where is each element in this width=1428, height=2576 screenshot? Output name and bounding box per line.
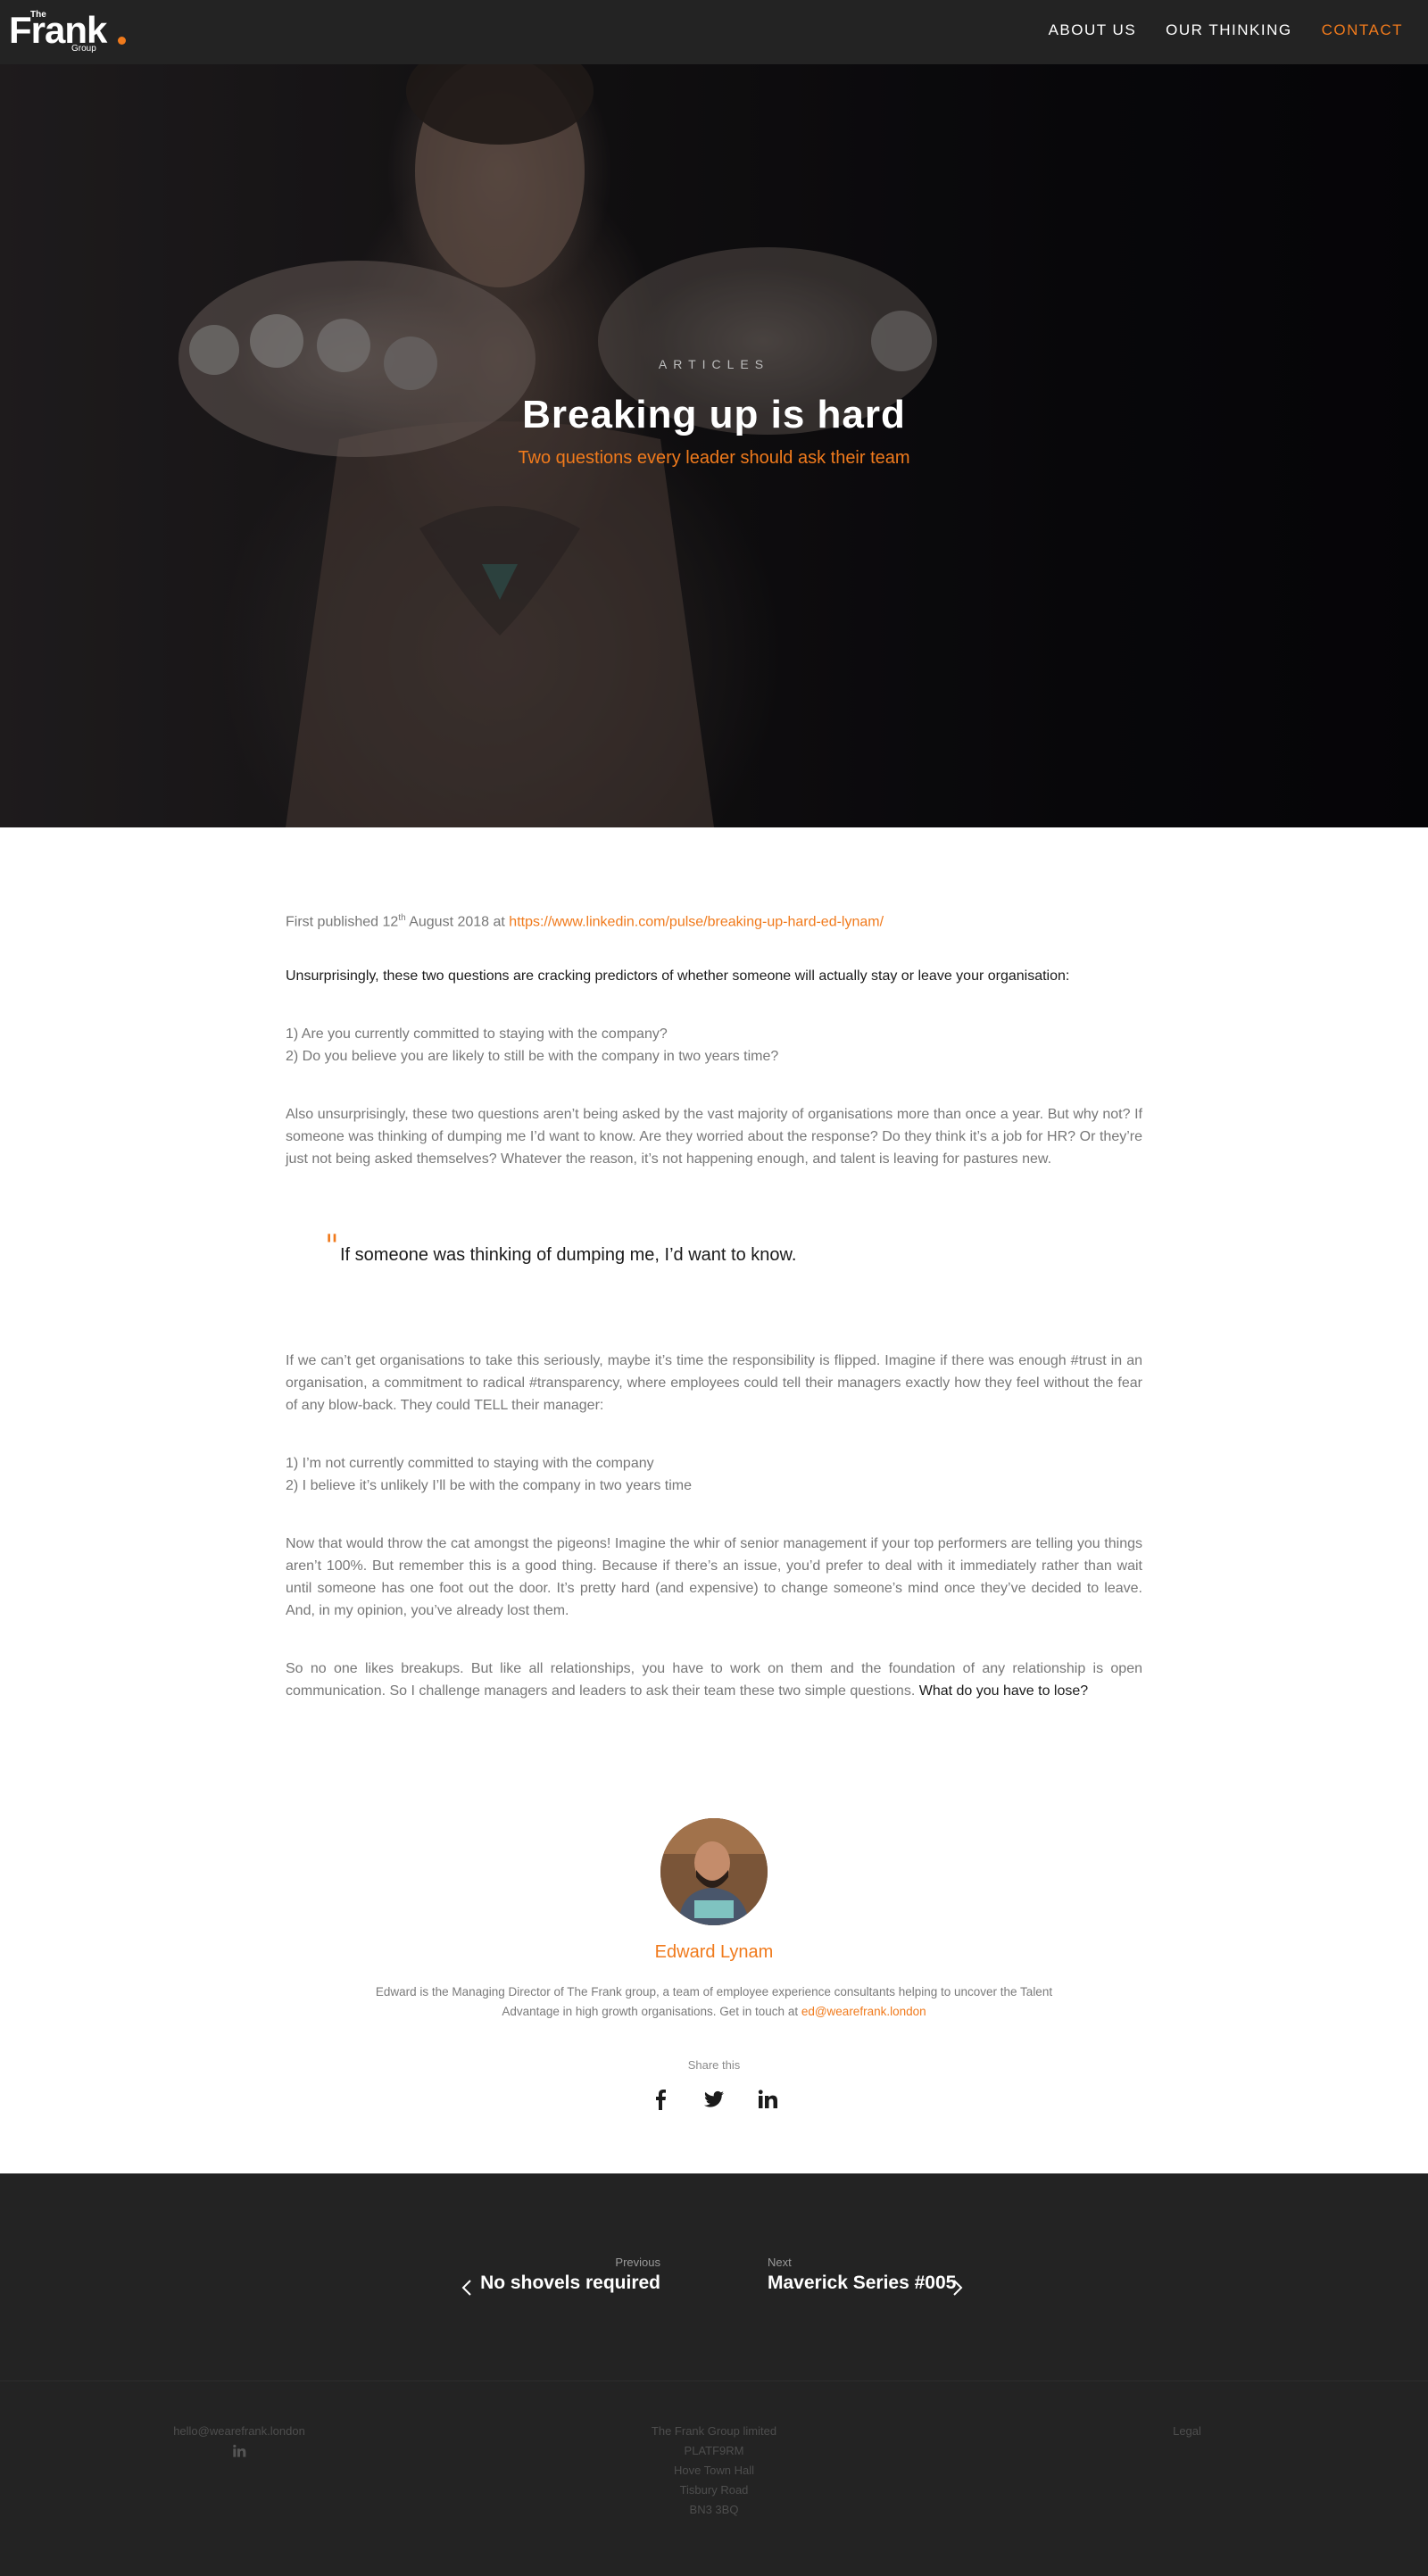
linkedin-icon[interactable] [757,2089,778,2110]
statement-1: 1) I’m not currently committed to stayin… [286,1456,654,1471]
logo-group: Group [71,44,96,54]
site-footer: hello@wearefrank.london The Frank Group … [0,2381,1428,2576]
published-sup: th [398,913,406,923]
footer-address-3: Tisbury Road [679,2483,749,2497]
footer-address-2: Hove Town Hall [673,2464,755,2477]
paragraph-3: Now that would throw the cat amongst the… [286,1536,1142,1618]
next-post-link[interactable]: Next Maverick Series #005 [768,2256,982,2296]
footer-legal-link[interactable]: Legal [1151,2422,1223,2441]
paragraph-4: So no one likes breakups. But like all r… [286,1658,1142,1702]
hero-eyebrow: ARTICLES [658,357,770,371]
nav-contact[interactable]: CONTACT [1322,21,1403,39]
next-label: Next [768,2256,792,2269]
chevron-left-icon [461,2280,471,2296]
nav-our-thinking[interactable]: OUR THINKING [1166,21,1291,39]
footer-contact: hello@wearefrank.london [168,2422,311,2464]
main-nav: ABOUT US OUR THINKING CONTACT [1049,21,1403,39]
pull-quote-text: If someone was thinking of dumping me, I… [340,1245,797,1265]
published-line: First published 12th August 2018 at http… [286,907,1142,933]
nav-about-us[interactable]: ABOUT US [1049,21,1137,39]
twitter-icon[interactable] [703,2089,725,2110]
quote-mark-icon: " [325,1228,339,1264]
statement-2: 2) I believe it’s unlikely I’ll be with … [286,1478,693,1493]
paragraph-2: If we can’t get organisations to take th… [286,1353,1142,1413]
post-navigation: Previous No shovels required Next Maveri… [0,2173,1428,2381]
question-2: 2) Do you believe you are likely to stil… [286,1049,779,1064]
logo-dot [118,37,126,45]
author-email-link[interactable]: ed@wearefrank.london [801,2005,926,2018]
published-mid: August 2018 at [405,914,510,930]
chevron-right-icon [953,2280,963,2296]
question-1: 1) Are you currently committed to stayin… [286,1026,668,1042]
paragraph-4-strong: What do you have to lose? [918,1683,1089,1699]
share-label: Share this [687,2058,741,2072]
footer-company: The Frank Group limited [651,2424,777,2438]
footer-address-4: BN3 3BQ [689,2503,739,2516]
author-name: Edward Lynam [654,1942,774,1962]
linkedin-article-link[interactable]: https://www.linkedin.com/pulse/breaking-… [509,914,884,929]
lead-paragraph: Unsurprisingly, these two questions are … [286,968,1070,984]
site-header: The Frank Group ABOUT US OUR THINKING CO… [0,0,1428,64]
frank-logo[interactable]: The Frank Group [9,6,134,54]
hero-overlay [0,64,1428,827]
footer-address-1: PLATF9RM [684,2444,744,2457]
next-title: Maverick Series #005 [768,2273,957,2293]
footer-email-link[interactable]: hello@wearefrank.london [168,2422,311,2441]
author-bio-text: Edward is the Managing Director of The F… [375,1985,1053,2018]
footer-address: The Frank Group limited PLATF9RM Hove To… [625,2422,803,2520]
published-prefix: First published 12 [286,914,399,930]
footer-linkedin-icon[interactable] [232,2444,246,2458]
author-photo [660,1818,768,1925]
share-buttons [650,2089,778,2110]
hero-subtitle: Two questions every leader should ask th… [518,448,910,468]
facebook-icon[interactable] [650,2089,671,2110]
hero-banner: ARTICLES Breaking up is hard Two questio… [0,64,1428,827]
previous-label: Previous [615,2256,660,2269]
author-bio: Edward is the Managing Director of The F… [357,1982,1071,2022]
author-avatar [660,1818,768,1925]
hero-title: Breaking up is hard [522,393,906,436]
previous-post-link[interactable]: Previous No shovels required [461,2256,660,2296]
paragraph-1: Also unsurprisingly, these two questions… [286,1107,1142,1167]
previous-title: No shovels required [480,2273,660,2293]
